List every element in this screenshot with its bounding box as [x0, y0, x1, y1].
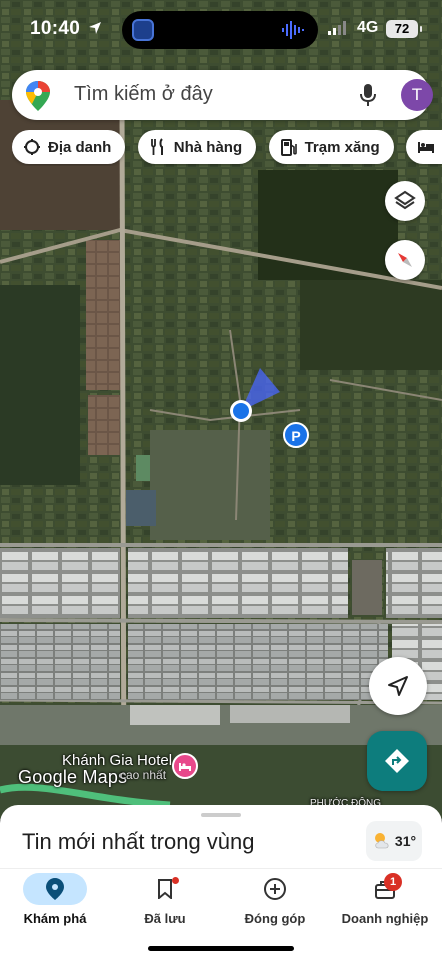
microphone-icon[interactable]	[358, 83, 378, 107]
status-time: 10:40	[30, 18, 81, 39]
layers-button[interactable]	[385, 181, 425, 221]
notification-badge: 1	[384, 873, 402, 891]
nav-label: Đóng góp	[244, 911, 306, 926]
google-maps-pin-icon	[26, 81, 50, 111]
nav-label: Đã lưu	[144, 911, 186, 926]
chip-hotels[interactable]: Kh	[406, 130, 442, 164]
notification-dot	[172, 877, 179, 884]
chip-landmarks[interactable]: Địa danh	[12, 130, 126, 164]
location-arrow-icon	[89, 22, 101, 34]
gas-station-icon	[280, 139, 297, 156]
layers-icon	[394, 190, 416, 210]
add-circle-icon	[264, 878, 286, 900]
battery-indicator: 72	[386, 20, 422, 38]
account-avatar[interactable]: T	[401, 79, 433, 111]
nav-explore[interactable]: Khám phá	[0, 869, 110, 939]
chip-label: Địa danh	[48, 138, 112, 156]
bottom-sheet[interactable]: Tin mới nhất trong vùng 31°	[0, 805, 442, 875]
dynamic-island[interactable]	[122, 11, 318, 49]
bookmark-icon	[158, 879, 172, 899]
chip-gas-stations[interactable]: Trạm xăng	[268, 130, 394, 164]
my-location-button[interactable]	[369, 657, 427, 715]
directions-icon	[385, 749, 409, 773]
compass-button[interactable]	[385, 240, 425, 280]
hotel-label[interactable]: Khánh Gia Hotel	[62, 752, 172, 769]
search-input[interactable]: Tìm kiếm ở đây	[74, 83, 213, 106]
landmark-icon	[24, 139, 40, 155]
chip-label: Nhà hàng	[173, 138, 243, 156]
partly-cloudy-icon	[374, 833, 389, 849]
sheet-drag-handle[interactable]	[201, 813, 241, 817]
sheet-title: Tin mới nhất trong vùng	[22, 829, 255, 854]
audio-wave-icon	[282, 21, 304, 39]
svg-text:P: P	[291, 428, 300, 444]
chip-label: Trạm xăng	[304, 138, 380, 156]
nav-icon-container	[23, 873, 87, 905]
hotel-pin-icon[interactable]	[172, 753, 198, 779]
nav-icon-container	[243, 873, 307, 905]
status-bar: 10:40 4G 72	[0, 0, 442, 60]
restaurant-icon	[150, 138, 163, 155]
navigation-arrow-icon	[388, 676, 408, 696]
nav-label: Doanh nghiệp	[341, 911, 429, 926]
app-activity-icon	[132, 19, 154, 41]
hotel-icon	[418, 142, 435, 153]
nav-label: Khám phá	[23, 911, 87, 926]
home-indicator[interactable]	[148, 946, 294, 951]
search-bar[interactable]: Tìm kiếm ở đây T	[12, 70, 433, 120]
nav-icon-container	[133, 873, 197, 905]
explore-pin-icon	[46, 878, 64, 900]
hotel-sublabel: cao nhất	[120, 768, 167, 782]
nav-saved[interactable]: Đã lưu	[110, 869, 220, 939]
nav-business[interactable]: 1 Doanh nghiệp	[330, 869, 440, 939]
compass-icon	[398, 253, 412, 267]
google-maps-logo: Google Maps	[18, 767, 128, 787]
temperature: 31°	[394, 833, 417, 849]
category-chips: Địa danh Nhà hàng Trạm xăng Kh	[12, 130, 442, 166]
network-type: 4G	[357, 19, 379, 36]
directions-button[interactable]	[367, 731, 427, 791]
signal-icon	[328, 21, 346, 35]
nav-contribute[interactable]: Đóng góp	[220, 869, 330, 939]
chip-restaurants[interactable]: Nhà hàng	[137, 130, 257, 164]
weather-badge[interactable]: 31°	[366, 821, 422, 861]
